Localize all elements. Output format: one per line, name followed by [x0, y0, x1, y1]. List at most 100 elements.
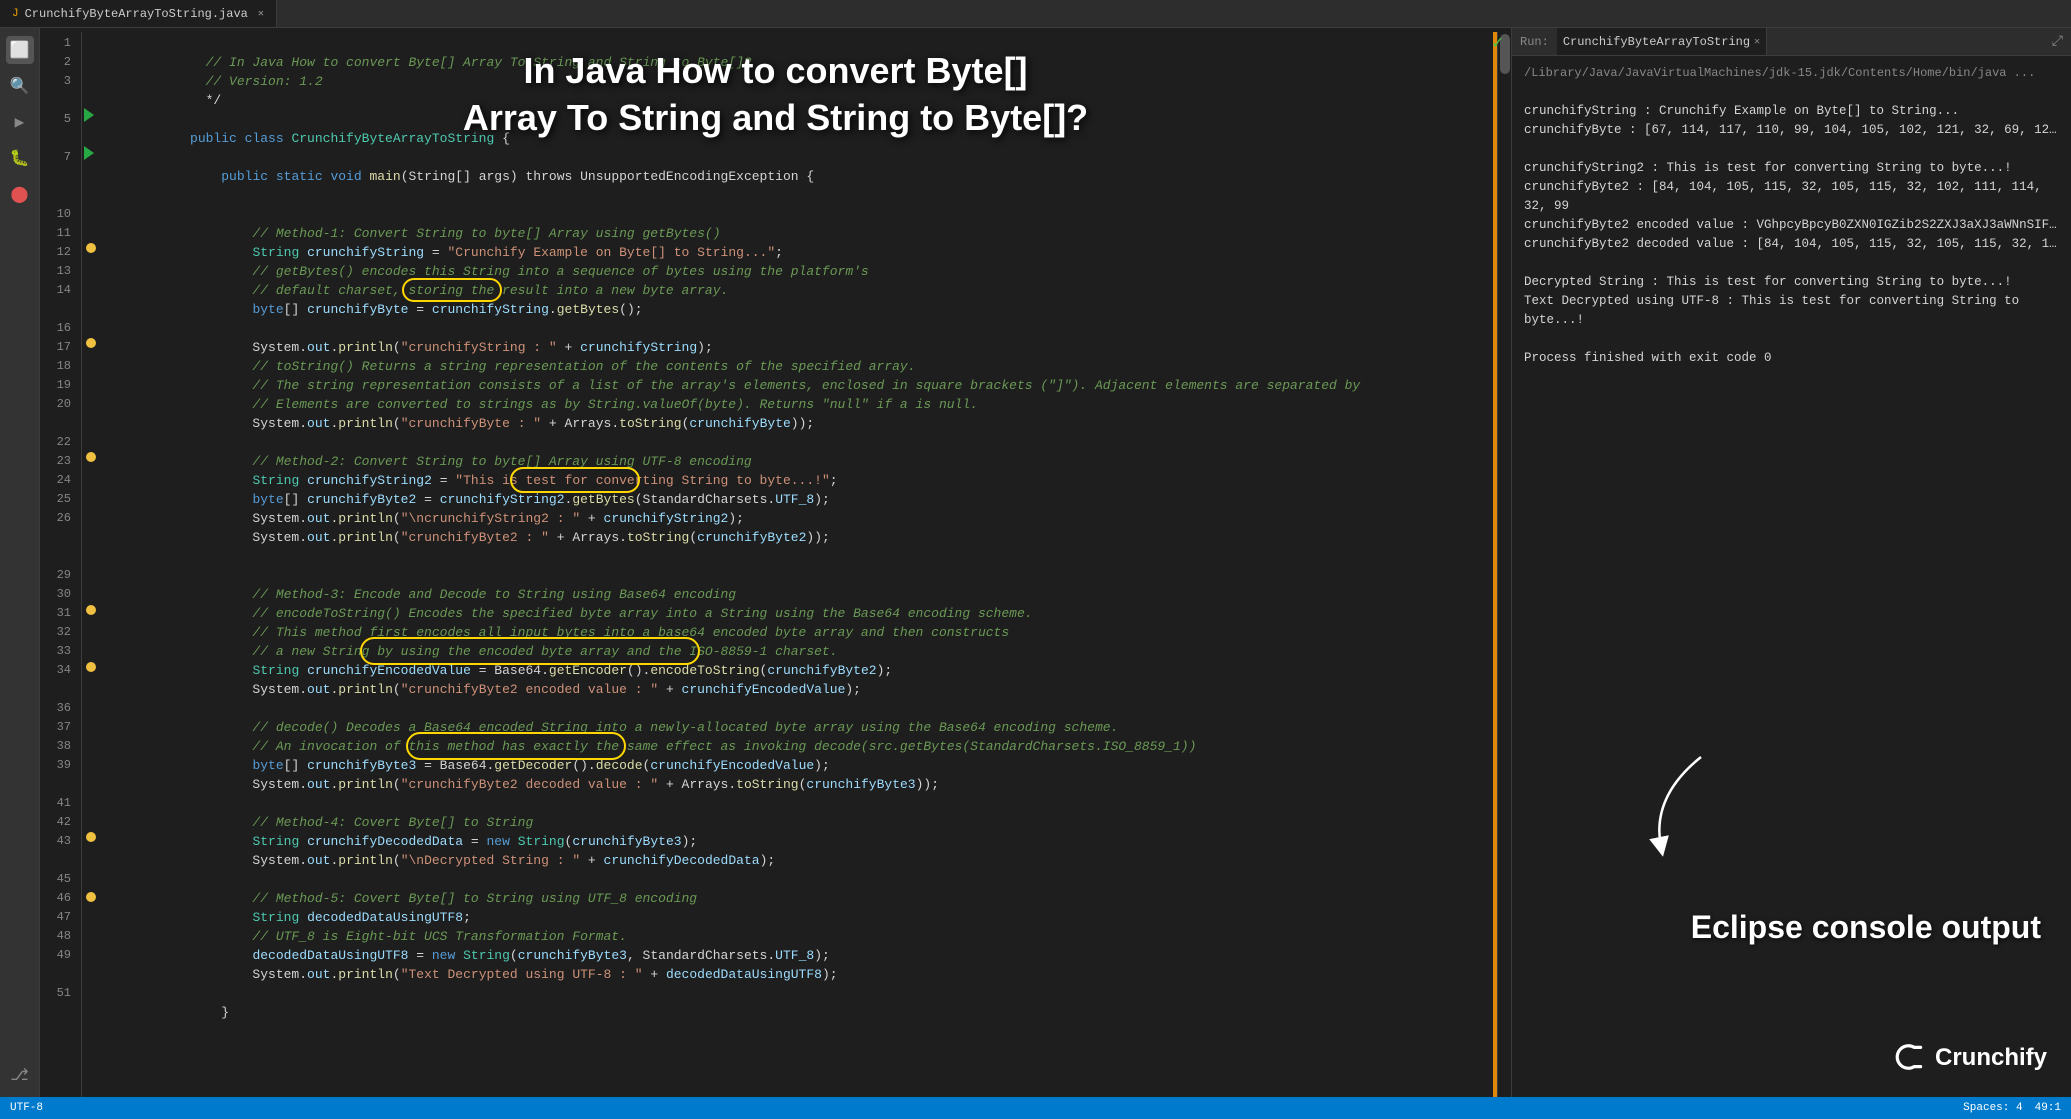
- code-line-22: // Method-2: Convert String to byte[] Ar…: [112, 433, 1493, 452]
- code-line-16: System.out.println("crunchifyString : " …: [112, 319, 1493, 338]
- gutter-mark-2: [86, 338, 96, 348]
- gutter-mark-6: [86, 832, 96, 842]
- code-line-49: System.out.println("Text Decrypted using…: [112, 946, 1493, 965]
- breakpoint-icon[interactable]: ⬤: [6, 180, 34, 208]
- code-line-blank9: [112, 680, 1493, 699]
- code-line-29: // Method-3: Encode and Decode to String…: [112, 566, 1493, 585]
- code-line-24: byte[] crunchifyByte2 = crunchifyString2…: [112, 471, 1493, 490]
- arrow-annotation: [1641, 747, 1761, 867]
- run-marker: [84, 108, 94, 122]
- code-line-blank6: [112, 414, 1493, 433]
- code-scroll[interactable]: 1 2 3 5 7 10 11 12 13 14 16 17 18 19 2: [40, 28, 1511, 1097]
- code-line-blank3: [112, 167, 1493, 186]
- code-line-46: String decodedDataUsingUTF8;: [112, 889, 1493, 908]
- java-icon: J: [12, 8, 19, 20]
- code-line-34: System.out.println("crunchifyByte2 encod…: [112, 661, 1493, 680]
- editor-tab-label: CrunchifyByteArrayToString.java: [25, 7, 248, 21]
- run-marker-2: [84, 146, 94, 160]
- line-numbers: 1 2 3 5 7 10 11 12 13 14 16 17 18 19 2: [40, 32, 82, 1097]
- run-tab-label: CrunchifyByteArrayToString: [1563, 35, 1750, 49]
- code-line-23: String crunchifyString2 = "This is test …: [112, 452, 1493, 471]
- status-line-col: 49:1: [2035, 1102, 2061, 1114]
- code-line-blank5: [112, 300, 1493, 319]
- gutter-mark-1: [86, 243, 96, 253]
- code-line-blank7: [112, 528, 1493, 547]
- scroll-indicator[interactable]: [1497, 32, 1511, 1097]
- gutter: [82, 32, 100, 1097]
- status-encoding: UTF-8: [10, 1102, 43, 1114]
- code-line-33: String crunchifyEncodedValue = Base64.ge…: [112, 642, 1493, 661]
- console-line-2: crunchifyByte : [67, 114, 117, 110, 99, …: [1524, 121, 2059, 140]
- search-icon[interactable]: 🔍: [6, 72, 34, 100]
- console-line-5: crunchifyByte2 : [84, 104, 105, 115, 32,…: [1524, 178, 2059, 216]
- gutter-mark-5: [86, 662, 96, 672]
- console-line-12: Process finished with exit code 0: [1524, 349, 2059, 368]
- gutter-mark-4: [86, 605, 96, 615]
- code-line-31: // This method first encodes all input b…: [112, 604, 1493, 623]
- code-line-11: String crunchifyString = "Crunchify Exam…: [112, 224, 1493, 243]
- console-top-bar: Run: CrunchifyByteArrayToString ✕ ⤢: [1512, 28, 2071, 56]
- checkmark-icon: ✓: [1492, 32, 1503, 54]
- code-line-blank1: [112, 91, 1493, 110]
- code-line-blank11: [112, 851, 1493, 870]
- code-line-41: // Method-4: Covert Byte[] to String: [112, 794, 1493, 813]
- code-line-14: byte[] crunchifyByte = crunchifyString.g…: [112, 281, 1493, 300]
- code-lines[interactable]: // In Java How to convert Byte[] Array T…: [100, 32, 1493, 1097]
- crunchify-logo-icon: [1895, 1041, 1927, 1073]
- code-line-13: // default charset, storing the result i…: [112, 262, 1493, 281]
- run-path: /Library/Java/JavaVirtualMachines/jdk-15…: [1524, 64, 2059, 83]
- code-line-51: }: [112, 984, 1493, 1003]
- console-output[interactable]: /Library/Java/JavaVirtualMachines/jdk-15…: [1512, 56, 2071, 1097]
- expand-icon[interactable]: ⤢: [2052, 34, 2063, 50]
- code-line-1: // In Java How to convert Byte[] Array T…: [112, 34, 1493, 53]
- code-line-45: // Method-5: Covert Byte[] to String usi…: [112, 870, 1493, 889]
- code-line-17: // toString() Returns a string represent…: [112, 338, 1493, 357]
- run-label: Run:: [1520, 35, 1549, 49]
- code-line-39: System.out.println("crunchifyByte2 decod…: [112, 756, 1493, 775]
- tab-bar: J CrunchifyByteArrayToString.java ✕: [0, 0, 2071, 28]
- git-icon[interactable]: ⎇: [6, 1061, 34, 1089]
- code-line-32: // a new String by using the encoded byt…: [112, 623, 1493, 642]
- gutter-mark-7: [86, 892, 96, 902]
- editor-tab-close[interactable]: ✕: [258, 8, 264, 20]
- gutter-mark-3: [86, 452, 96, 462]
- getbytes-circle: [402, 278, 502, 302]
- console-line-4: crunchifyString2 : This is test for conv…: [1524, 159, 2059, 178]
- console-line-10: Text Decrypted using UTF-8 : This is tes…: [1524, 292, 2059, 330]
- run-tab[interactable]: CrunchifyByteArrayToString ✕: [1557, 28, 1767, 55]
- right-panel: Run: CrunchifyByteArrayToString ✕ ⤢ /Lib…: [1511, 28, 2071, 1097]
- code-line-blank4: [112, 186, 1493, 205]
- code-line-5: public class CrunchifyByteArrayToString …: [112, 110, 1493, 129]
- run-icon[interactable]: ▶: [6, 108, 34, 136]
- code-line-10: // Method-1: Convert String to byte[] Ar…: [112, 205, 1493, 224]
- console-line-6: crunchifyByte2 encoded value : VGhpcyBpc…: [1524, 216, 2059, 235]
- activity-bar: ⬜ 🔍 ▶ 🐛 ⬤ ⎇: [0, 28, 40, 1097]
- run-tab-close-icon[interactable]: ✕: [1754, 36, 1760, 48]
- code-line-blank12: [112, 965, 1493, 984]
- status-right: Spaces: 4 49:1: [1963, 1102, 2061, 1114]
- code-line-48: decodedDataUsingUTF8 = new String(crunch…: [112, 927, 1493, 946]
- code-line-blank2: [112, 129, 1493, 148]
- code-line-blank8: [112, 547, 1493, 566]
- code-line-38: byte[] crunchifyByte3 = Base64.getDecode…: [112, 737, 1493, 756]
- main-layout: ⬜ 🔍 ▶ 🐛 ⬤ ⎇ In Java How to convert Byte[…: [0, 28, 2071, 1097]
- console-line-1: crunchifyString : Crunchify Example on B…: [1524, 102, 2059, 121]
- code-line-20: System.out.println("crunchifyByte : " + …: [112, 395, 1493, 414]
- code-line-18: // The string representation consists of…: [112, 357, 1493, 376]
- code-line-3: */: [112, 72, 1493, 91]
- console-line-9: Decrypted String : This is test for conv…: [1524, 273, 2059, 292]
- explorer-icon[interactable]: ⬜: [6, 36, 34, 64]
- crunchify-text: Crunchify: [1935, 1048, 2047, 1067]
- code-line-12: // getBytes() encodes this String into a…: [112, 243, 1493, 262]
- editor-tab[interactable]: J CrunchifyByteArrayToString.java ✕: [0, 0, 277, 27]
- debug-icon[interactable]: 🐛: [6, 144, 34, 172]
- code-line-2: // Version: 1.2: [112, 53, 1493, 72]
- code-line-blank10: [112, 775, 1493, 794]
- editor-area: In Java How to convert Byte[] Array To S…: [40, 28, 1511, 1097]
- status-spaces: Spaces: 4: [1963, 1102, 2022, 1114]
- code-line-30: // encodeToString() Encodes the specifie…: [112, 585, 1493, 604]
- status-bar: UTF-8 Spaces: 4 49:1: [0, 1097, 2071, 1119]
- console-line-7: crunchifyByte2 decoded value : [84, 104,…: [1524, 235, 2059, 254]
- code-line-26: System.out.println("crunchifyByte2 : " +…: [112, 509, 1493, 528]
- code-line-42: String crunchifyDecodedData = new String…: [112, 813, 1493, 832]
